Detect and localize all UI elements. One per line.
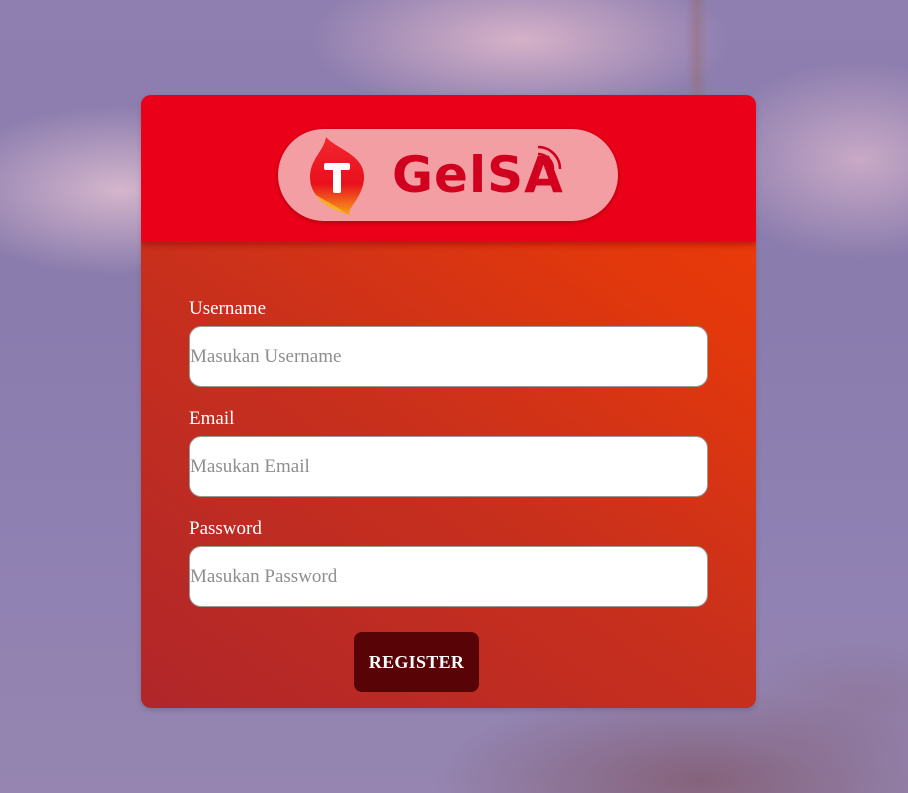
- password-label: Password: [189, 518, 262, 539]
- card-header: GelSA: [141, 95, 756, 242]
- username-input[interactable]: [189, 326, 708, 387]
- email-field-group: Email: [189, 408, 709, 497]
- register-form: Username Email Password: [189, 298, 709, 628]
- signal-waves-icon: [535, 145, 562, 172]
- email-input[interactable]: [189, 436, 708, 497]
- brand-logo: GelSA: [278, 129, 618, 221]
- username-field-group: Username: [189, 298, 709, 387]
- password-field-group: Password: [189, 518, 709, 607]
- password-input[interactable]: [189, 546, 708, 607]
- register-card: GelSA Username Email Password REGISTER: [141, 95, 756, 708]
- background-tower: [686, 0, 708, 95]
- telkomsel-flame-icon: [310, 137, 365, 215]
- register-button[interactable]: REGISTER: [354, 632, 479, 692]
- email-label: Email: [189, 408, 235, 429]
- username-label: Username: [189, 298, 267, 319]
